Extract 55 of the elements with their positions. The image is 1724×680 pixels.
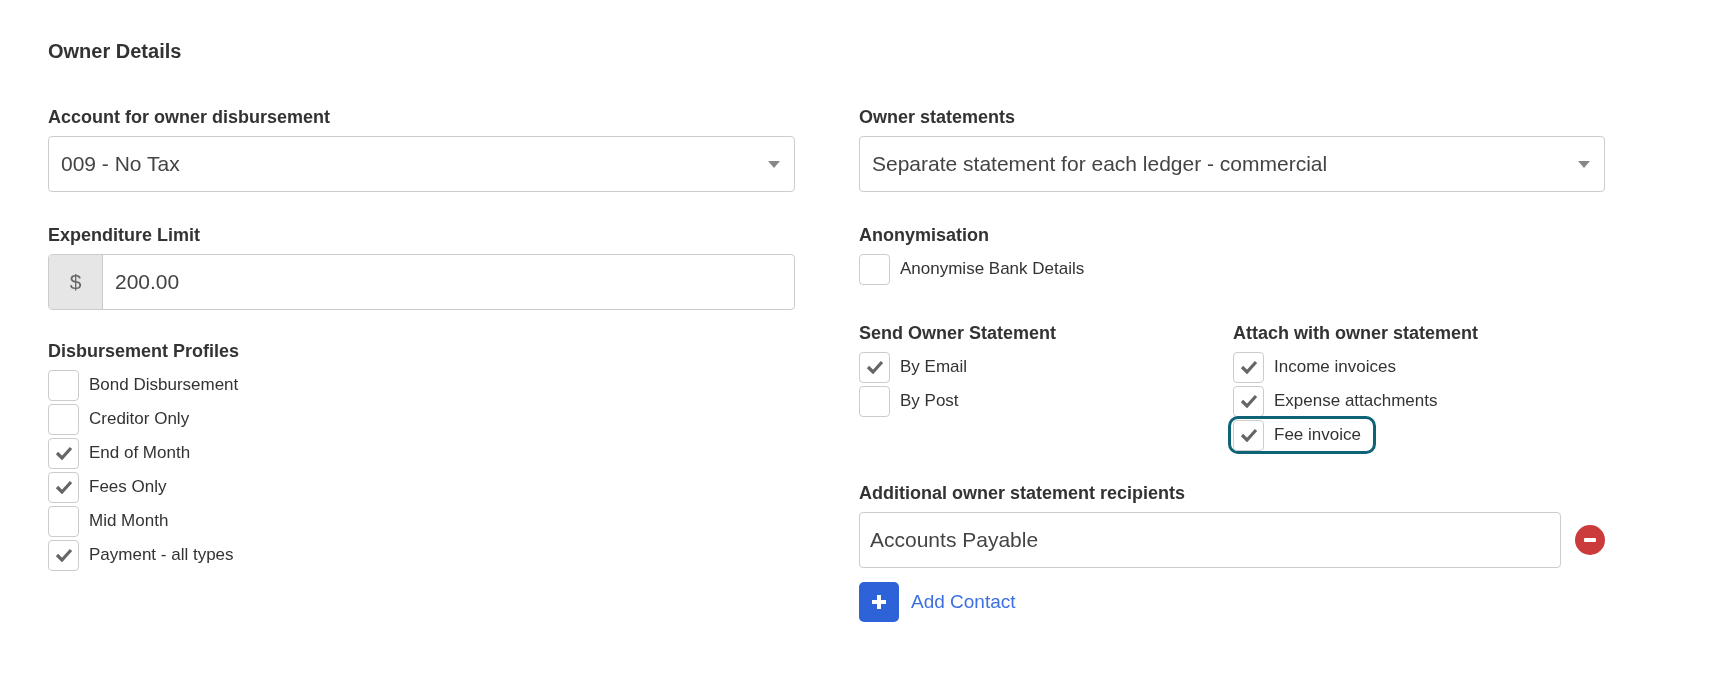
field-label: Expenditure Limit [48,224,201,246]
plus-icon [870,593,888,611]
check-icon [1239,428,1258,442]
check-icon [54,548,73,562]
check-icon [54,446,73,460]
field-label: Owner statements [859,106,1017,128]
checkbox-label: Anonymise Bank Details [900,258,1085,281]
check-icon [1239,360,1258,374]
checkbox[interactable] [1233,385,1264,417]
checkbox-label: By Post [900,390,959,413]
checkbox-label: By Email [900,356,968,379]
checkbox-label: Creditor Only [89,408,190,431]
field-label: Disbursement Profiles [48,340,241,362]
checkbox[interactable] [48,539,79,571]
check-icon [1239,394,1258,408]
checkbox[interactable] [1233,419,1264,451]
checkbox-label: Bond Disbursement [89,374,239,397]
checkbox[interactable] [859,253,890,285]
checkbox[interactable] [48,437,79,469]
section-title: Owner Details [48,39,183,64]
checkbox-label: Expense attachments [1274,390,1438,413]
caret-icon [1578,160,1590,168]
checkbox-label: Income invoices [1274,356,1396,379]
checkbox-label: Fee invoice [1274,424,1361,447]
check-icon [54,480,73,494]
field-label: Additional owner statement recipients [859,482,1187,504]
checkbox-label: Payment - all types [89,544,234,567]
dropdown[interactable]: 009 - No Tax [48,136,795,192]
checkbox[interactable] [48,403,79,435]
checkbox[interactable] [859,385,890,417]
field-label: Attach with owner statement [1233,322,1479,344]
checkbox-label: End of Month [89,442,191,465]
checkbox[interactable] [48,505,79,537]
dropdown-value: 009 - No Tax [61,151,180,178]
currency-prefix: $ [49,255,103,309]
recipient-input-field[interactable]: Accounts Payable [859,512,1562,568]
input-value: Accounts Payable [870,527,1039,554]
field-label: Send Owner Statement [859,322,1058,344]
currency-input-field[interactable]: $ 200.00 [48,254,795,310]
input-value: 200.00 [114,269,180,296]
checkbox[interactable] [48,369,79,401]
checkbox-label: Mid Month [89,510,169,533]
field-label: Account for owner disbursement [48,106,332,128]
checkbox[interactable] [859,351,890,383]
check-icon [865,360,884,374]
checkbox[interactable] [1233,351,1264,383]
caret-icon [768,160,780,168]
checkbox[interactable] [48,471,79,503]
field-label: Anonymisation [859,224,990,246]
checkbox-label: Fees Only [89,476,167,499]
remove-icon[interactable] [1575,525,1605,555]
dropdown-value: Separate statement for each ledger - commercial [872,151,1328,178]
add-contact-link[interactable]: Add Contact [911,587,1016,617]
add-button[interactable] [859,582,899,622]
dropdown[interactable]: Separate statement for each ledger - commercial [859,136,1605,192]
